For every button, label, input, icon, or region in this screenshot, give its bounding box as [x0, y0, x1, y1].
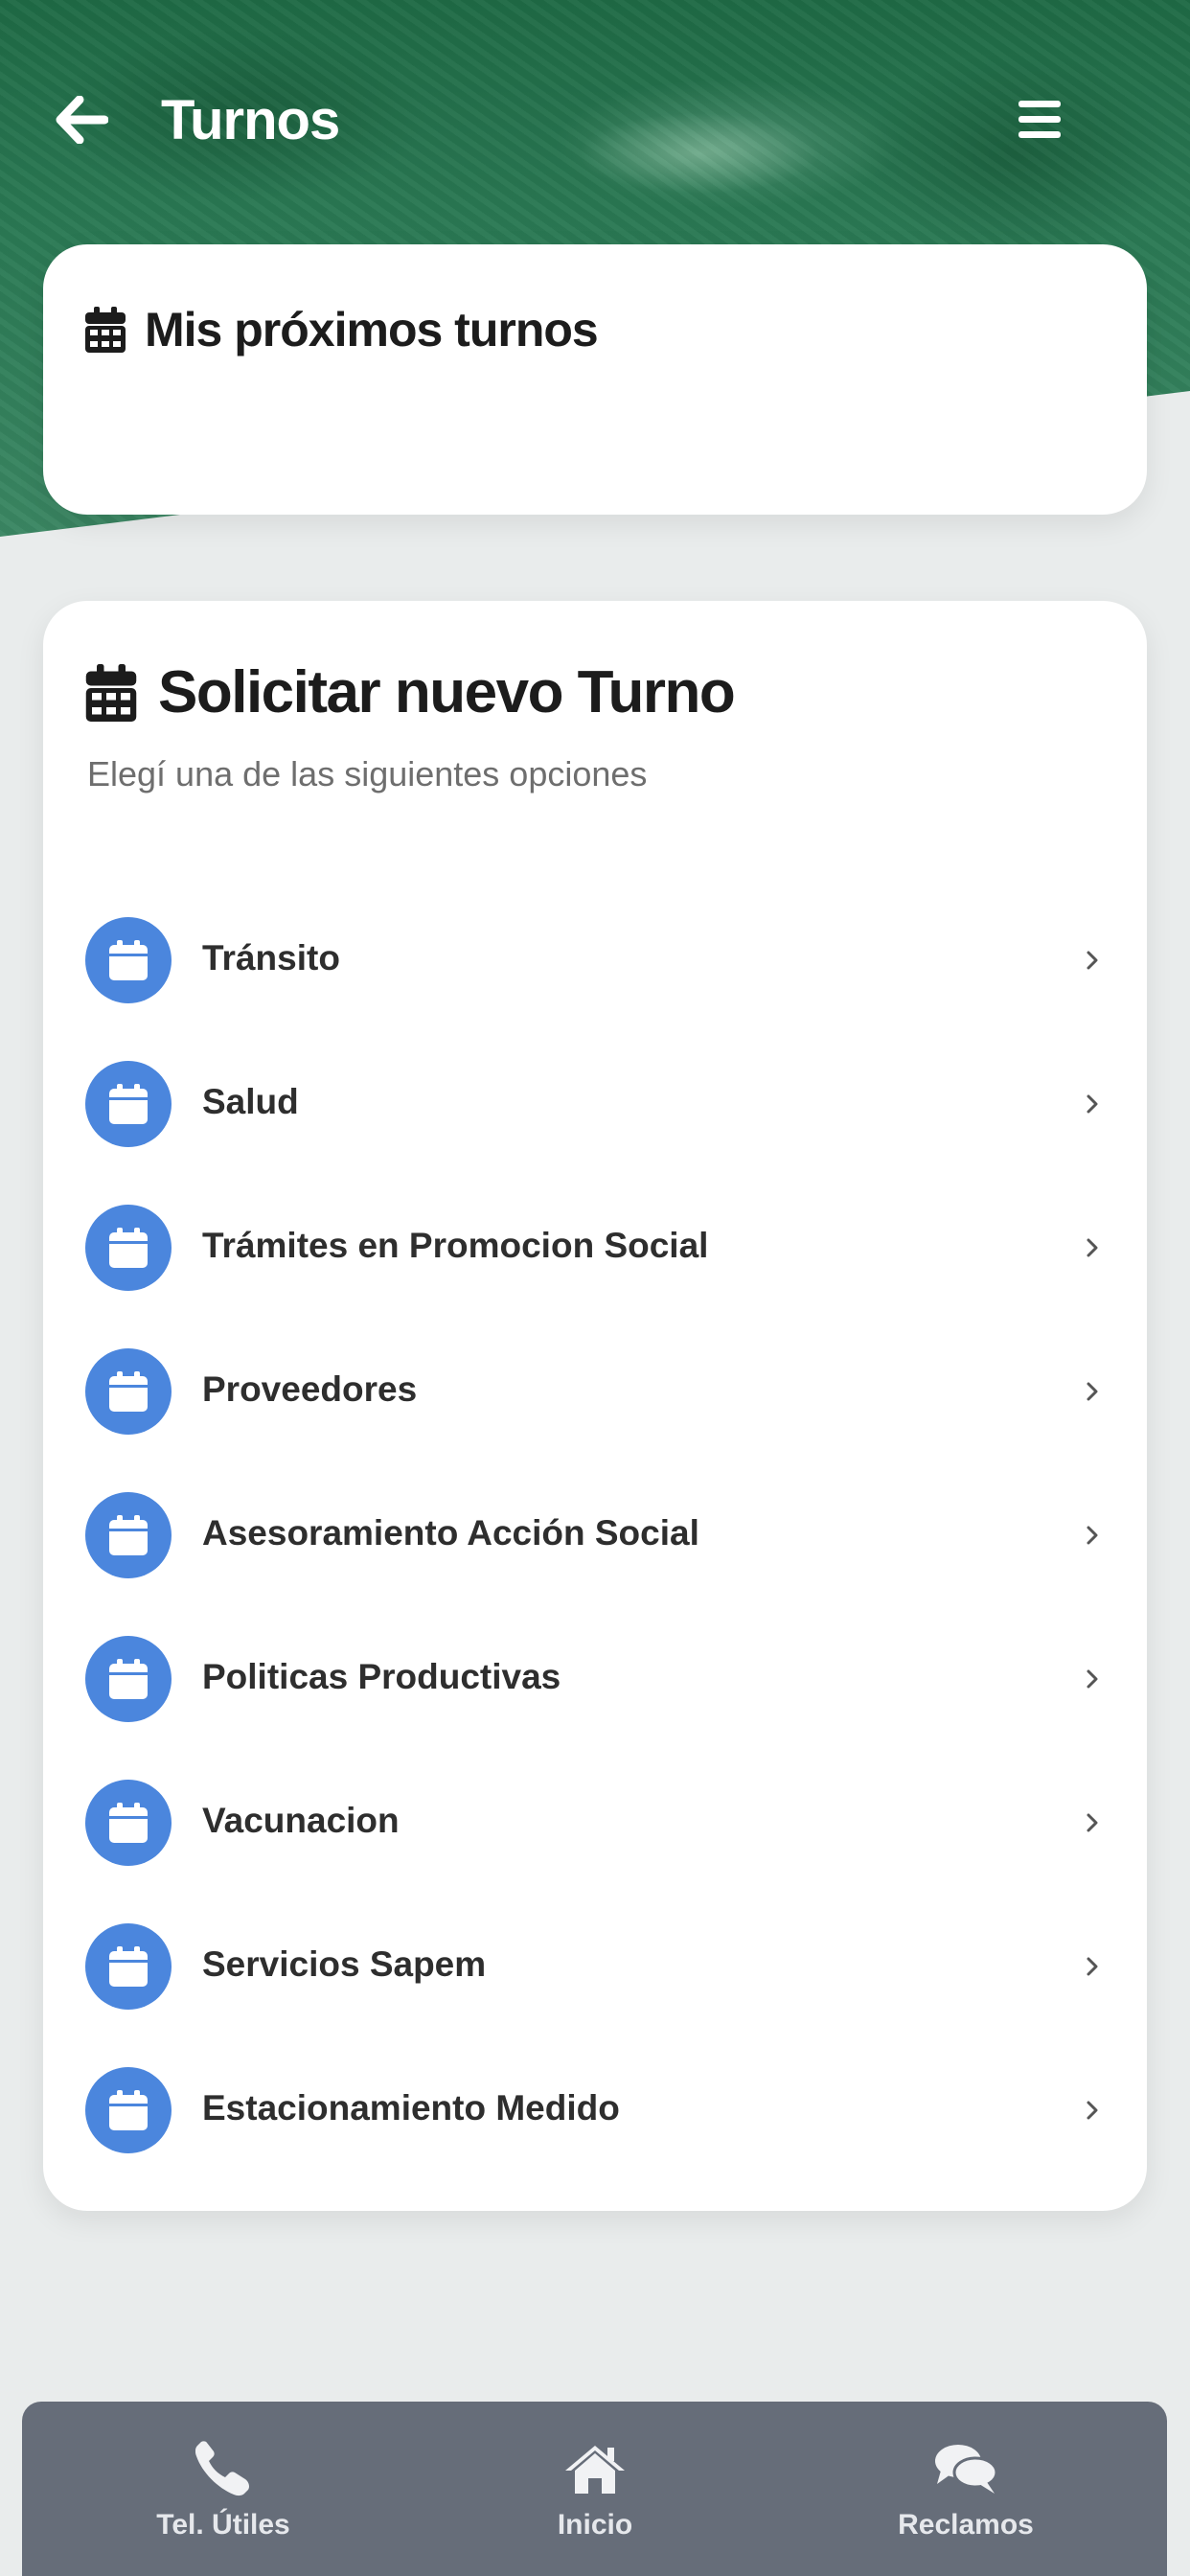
chevron-right-icon	[1078, 1799, 1107, 1847]
list-item-proveedores[interactable]: Proveedores	[43, 1320, 1147, 1463]
list-item-politicas-productivas[interactable]: Politicas Productivas	[43, 1607, 1147, 1751]
new-appointment-title: Solicitar nuevo Turno	[85, 658, 736, 726]
calendar-icon	[109, 940, 148, 980]
bottom-navigation: Tel. Útiles Inicio Reclamos	[22, 2402, 1167, 2576]
upcoming-title-text: Mis próximos turnos	[145, 303, 599, 356]
calendar-icon	[109, 2090, 148, 2130]
page: Turnos Mis próximos turnos Solicitar nue…	[0, 0, 1190, 2576]
list-item-label: Asesoramiento Acción Social	[202, 1513, 699, 1552]
list-item-label: Trámites en Promocion Social	[202, 1226, 709, 1265]
chevron-right-icon	[1078, 1224, 1107, 1272]
upcoming-appointments-card: Mis próximos turnos	[43, 244, 1147, 515]
calendar-icon	[85, 663, 137, 722]
arrow-left-icon	[56, 96, 108, 144]
chevron-right-icon	[1078, 1368, 1107, 1415]
calendar-icon	[109, 1084, 148, 1124]
calendar-badge	[85, 1205, 172, 1291]
calendar-icon	[109, 1228, 148, 1268]
nav-reclamos[interactable]: Reclamos	[822, 2402, 1110, 2576]
nav-home-label: Inicio	[557, 2509, 633, 2541]
page-title: Turnos	[161, 89, 340, 151]
chevron-right-icon	[1078, 1655, 1107, 1703]
calendar-icon	[109, 1946, 148, 1987]
new-appointment-title-text: Solicitar nuevo Turno	[158, 659, 736, 725]
calendar-badge	[85, 917, 172, 1003]
hamburger-menu-icon	[1018, 101, 1061, 138]
list-item-label: Salud	[202, 1082, 299, 1121]
upcoming-title: Mis próximos turnos	[85, 302, 599, 357]
list-item-label: Proveedores	[202, 1369, 418, 1409]
list-item-asesoramiento-accion-social[interactable]: Asesoramiento Acción Social	[43, 1463, 1147, 1607]
nav-claims-label: Reclamos	[898, 2509, 1034, 2541]
comments-icon	[935, 2445, 998, 2494]
chevron-right-icon	[1078, 2086, 1107, 2134]
calendar-icon	[109, 1659, 148, 1699]
list-item-label: Politicas Productivas	[202, 1657, 561, 1696]
list-item-transito[interactable]: Tránsito	[43, 888, 1147, 1032]
list-item-salud[interactable]: Salud	[43, 1032, 1147, 1176]
calendar-icon	[109, 1371, 148, 1412]
nav-tel-utiles[interactable]: Tel. Útiles	[80, 2402, 367, 2576]
calendar-icon	[85, 307, 126, 353]
calendar-badge	[85, 1492, 172, 1578]
top-bar: Turnos	[0, 67, 1190, 172]
new-appointment-subtitle: Elegí una de las siguientes opciones	[87, 754, 648, 794]
chevron-right-icon	[1078, 936, 1107, 984]
calendar-badge	[85, 1923, 172, 2010]
nav-inicio[interactable]: Inicio	[451, 2402, 739, 2576]
list-item-label: Vacunacion	[202, 1801, 400, 1840]
calendar-badge	[85, 2067, 172, 2153]
list-item-vacunacion[interactable]: Vacunacion	[43, 1751, 1147, 1895]
phone-icon	[195, 2441, 249, 2496]
appointment-options-list: Tránsito Salud Trámites en Promocion Soc…	[43, 888, 1147, 2182]
calendar-badge	[85, 1636, 172, 1722]
calendar-icon	[109, 1515, 148, 1555]
calendar-badge	[85, 1780, 172, 1866]
list-item-estacionamiento-medido[interactable]: Estacionamiento Medido	[43, 2038, 1147, 2182]
chevron-right-icon	[1078, 1511, 1107, 1559]
chevron-right-icon	[1078, 1943, 1107, 1990]
list-item-label: Estacionamiento Medido	[202, 2088, 620, 2128]
nav-tel-label: Tel. Útiles	[156, 2509, 290, 2541]
new-appointment-card: Solicitar nuevo Turno Elegí una de las s…	[43, 601, 1147, 2211]
list-item-label: Servicios Sapem	[202, 1944, 487, 1984]
calendar-badge	[85, 1061, 172, 1147]
back-button[interactable]	[48, 86, 115, 153]
chevron-right-icon	[1078, 1080, 1107, 1128]
list-item-tramites-promocion-social[interactable]: Trámites en Promocion Social	[43, 1176, 1147, 1320]
list-item-servicios-sapem[interactable]: Servicios Sapem	[43, 1895, 1147, 2038]
calendar-icon	[109, 1803, 148, 1843]
home-icon	[565, 2446, 625, 2494]
list-item-label: Tránsito	[202, 938, 340, 978]
calendar-badge	[85, 1348, 172, 1435]
menu-button[interactable]	[1008, 88, 1071, 151]
